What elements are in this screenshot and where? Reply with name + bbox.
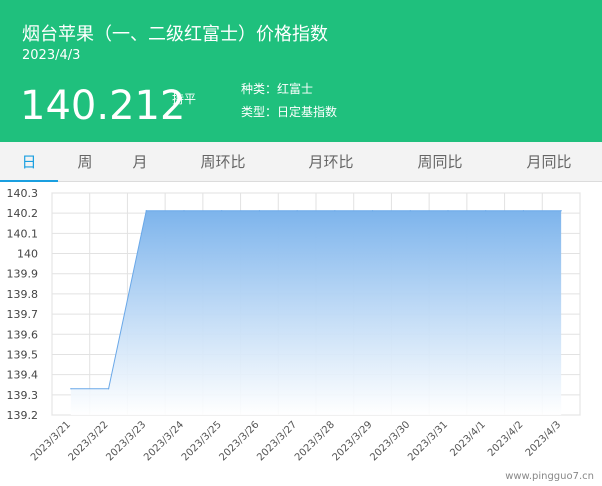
data-point (334, 210, 336, 212)
y-tick-label: 139.7 (7, 308, 39, 321)
x-tick-label: 2023/3/30 (368, 419, 412, 463)
data-point (221, 210, 223, 212)
trend-label: 持平 (172, 92, 197, 106)
y-tick-label: 140.2 (7, 207, 39, 220)
x-tick-label: 2023/3/22 (67, 419, 111, 463)
price-chart-svg: 139.2 139.3 139.4 139.5 139.6 139.7 139.8 139.9… (7, 187, 581, 463)
tab-week-yoy[interactable]: 周同比 (384, 142, 496, 182)
data-point (560, 210, 562, 212)
data-point (522, 210, 525, 212)
x-tick-label: 2023/3/26 (218, 419, 262, 463)
y-tick-label: 139.4 (7, 369, 39, 382)
kind-label: 种类：红富士 (241, 82, 314, 96)
data-point (183, 210, 185, 212)
price-chart: 139.2 139.3 139.4 139.5 139.6 139.7 139.8 139.9… (0, 183, 602, 486)
period-tabs: 日 周 月 周环比 月环比 周同比 月同比 (0, 142, 602, 182)
x-tick-label: 2023/3/31 (406, 419, 450, 463)
y-tick-label: 139.2 (7, 409, 39, 422)
x-tick-label: 2023/4/1 (448, 419, 488, 459)
type-label: 类型：日定基指数 (241, 105, 338, 119)
tab-day[interactable]: 日 (0, 142, 58, 182)
data-point (296, 210, 298, 212)
data-point (258, 210, 261, 212)
x-tick-label: 2023/3/24 (142, 419, 186, 463)
data-point (107, 388, 110, 390)
y-tick-label: 140.1 (7, 227, 39, 240)
header-panel: 烟台苹果（一、二级红富士）价格指数 2023/4/3 140.212 持平 种类… (0, 0, 602, 142)
tab-week[interactable]: 周 (58, 142, 112, 182)
x-tick-label: 2023/3/28 (293, 419, 337, 463)
y-tick-label: 140.3 (7, 187, 39, 200)
tab-month[interactable]: 月 (112, 142, 168, 182)
x-tick-label: 2023/3/27 (255, 419, 299, 463)
y-tick-label: 139.9 (7, 268, 39, 281)
tab-week-mom[interactable]: 周环比 (168, 142, 278, 182)
price-date: 2023/4/3 (22, 48, 81, 63)
x-tick-label: 2023/3/21 (29, 419, 73, 463)
tab-month-mom[interactable]: 月环比 (278, 142, 384, 182)
data-point (70, 388, 72, 390)
y-tick-label: 139.3 (7, 389, 39, 402)
x-tick-label: 2023/3/25 (180, 419, 224, 463)
y-tick-label: 139.5 (7, 348, 39, 361)
series-area (70, 210, 562, 415)
page-title: 烟台苹果（一、二级红富士）价格指数 (22, 24, 328, 45)
x-tick-label: 2023/4/3 (524, 419, 564, 459)
x-tick-label: 2023/3/29 (331, 419, 375, 463)
data-point (485, 210, 487, 212)
x-tick-label: 2023/4/2 (486, 419, 526, 459)
tab-month-yoy[interactable]: 月同比 (496, 142, 602, 182)
watermark: www.pingguo7.cn (505, 471, 594, 482)
price-value: 140.212 (20, 83, 186, 129)
data-point (447, 210, 449, 212)
x-tick-label: 2023/3/23 (104, 419, 148, 463)
data-point (409, 210, 411, 212)
y-tick-label: 139.8 (7, 288, 39, 301)
data-point (145, 210, 147, 212)
y-tick-label: 140 (17, 248, 38, 261)
data-point (371, 210, 374, 212)
y-tick-label: 139.6 (7, 328, 39, 341)
